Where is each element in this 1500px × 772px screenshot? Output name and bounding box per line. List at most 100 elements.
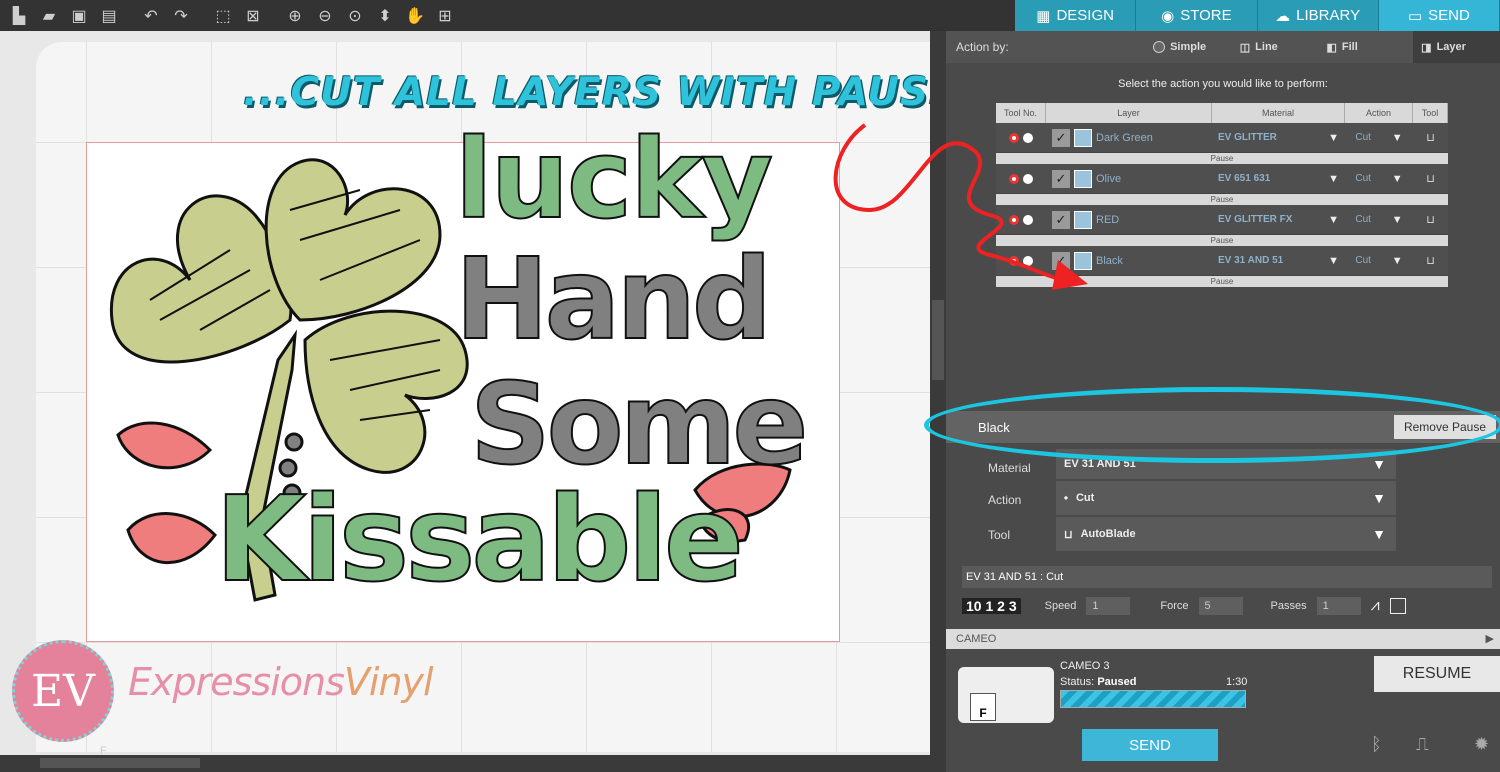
table-row[interactable]: ✓ Olive EV 651 631 ▼ Cut ▼ ⊔ [996, 164, 1448, 194]
pause-divider[interactable]: Pause [996, 276, 1448, 287]
layer-table-header: Tool No. Layer Material Action Tool [996, 103, 1448, 123]
action-option-line[interactable]: ◫ Line [1240, 41, 1327, 54]
lips-1 [116, 421, 213, 470]
registration-square-icon[interactable] [1389, 598, 1406, 614]
main-tabs: ▦ DESIGN ◉ STORE ☁ LIBRARY ▭ SEND [1015, 0, 1500, 31]
art-word-lucky: lucky [454, 114, 774, 244]
blade-depth-control[interactable]: 10 1 2 3 [962, 598, 1021, 614]
tab-send[interactable]: ▭ SEND [1378, 0, 1500, 31]
checkbox-icon[interactable]: ✓ [1052, 128, 1070, 147]
autoblade-icon: ⊔ [1064, 528, 1073, 541]
machine-icon[interactable]: ⎍ [1416, 734, 1429, 755]
tool-1-radio[interactable] [1009, 255, 1019, 266]
line-segment-overcut-icon[interactable]: ⩘ [1371, 597, 1380, 615]
tool-1-radio[interactable] [1009, 132, 1019, 143]
gear-icon[interactable]: ✹ [1474, 734, 1489, 755]
chevron-down-icon[interactable]: ▼ [1328, 132, 1339, 144]
force-stepper[interactable]: 5 [1198, 597, 1243, 615]
action-option-simple[interactable]: Simple [1153, 41, 1240, 53]
line-icon: ◫ [1239, 41, 1251, 54]
device-header[interactable]: CAMEO ▶ [946, 629, 1500, 649]
tool-2-radio[interactable] [1023, 255, 1033, 266]
layer-thumbnail-icon [1074, 128, 1092, 147]
chevron-down-icon[interactable]: ▼ [1392, 214, 1403, 226]
art-word-kissable: Kissable [214, 469, 745, 609]
table-row[interactable]: ✓ Dark Green EV GLITTER ▼ Cut ▼ ⊔ [996, 123, 1448, 153]
dot-1 [284, 432, 304, 452]
store-icon: ◉ [1161, 7, 1175, 25]
pause-divider[interactable]: Pause [996, 194, 1448, 205]
cloud-icon: ☁ [1275, 7, 1291, 25]
horizontal-scroll-thumb[interactable] [40, 758, 200, 768]
action-by-label: Action by: [956, 40, 1009, 54]
checkbox-icon[interactable]: ✓ [1052, 210, 1070, 229]
layer-icon: ◨ [1421, 41, 1432, 54]
table-row[interactable]: ✓ Black EV 31 AND 51 ▼ Cut ▼ ⊔ [996, 246, 1448, 276]
chevron-down-icon[interactable]: ▼ [1328, 173, 1339, 185]
tool-1-radio[interactable] [1009, 214, 1019, 225]
art-word-hand: Hand [454, 234, 773, 366]
table-row[interactable]: ✓ RED EV GLITTER FX ▼ Cut ▼ ⊔ [996, 205, 1448, 235]
tab-library[interactable]: ☁ LIBRARY [1257, 0, 1379, 31]
blade-tool-icon[interactable]: ⊔ [1413, 131, 1448, 144]
chevron-right-icon[interactable]: ▶ [1486, 629, 1494, 649]
action-prompt: Select the action you would like to perf… [1118, 78, 1328, 90]
grid-icon: ▦ [1036, 7, 1051, 25]
chevron-down-icon[interactable]: ▼ [1328, 214, 1339, 226]
chevron-down-icon: ▼ [1372, 456, 1386, 472]
knife-icon: ⬩ [1064, 491, 1068, 504]
cutter-icon: ▭ [1407, 7, 1423, 25]
cameo-machine-image: F [958, 667, 1054, 723]
tool-2-radio[interactable] [1023, 173, 1033, 184]
shamrock-leaf-top [264, 158, 442, 322]
action-option-layer[interactable]: ◨ Layer [1413, 31, 1500, 63]
action-option-fill[interactable]: ◧ Fill [1326, 41, 1413, 54]
action-select[interactable]: ⬩ Cut ▼ [1056, 481, 1396, 515]
blade-tool-icon[interactable]: ⊔ [1413, 172, 1448, 185]
pause-divider[interactable]: Pause [996, 235, 1448, 246]
machine-name: CAMEO 3 [1060, 660, 1110, 672]
send-button[interactable]: SEND [1082, 729, 1218, 761]
speed-label: Speed [1044, 600, 1077, 612]
blade-tool-icon[interactable]: ⊔ [1413, 254, 1448, 267]
chevron-down-icon[interactable]: ▼ [1392, 255, 1403, 267]
cut-settings-header: EV 31 AND 51 : Cut [962, 566, 1492, 588]
tool-select[interactable]: ⊔ AutoBlade ▼ [1056, 517, 1396, 551]
checkbox-icon[interactable]: ✓ [1052, 251, 1070, 270]
tab-store[interactable]: ◉ STORE [1136, 0, 1258, 31]
shamrock-leaf-left [109, 194, 293, 364]
highlight-ellipse-annotation [924, 387, 1500, 463]
silhouette-studio-window: ▙ ▰ ▣ ▤ ↶ ↷ ⬚ ⊠ ⊕ ⊖ ⊙ ⬍ ✋ ⊞ ▦ DESIGN ◉ STO… [0, 0, 1500, 772]
checkbox-icon[interactable]: ✓ [1052, 169, 1070, 188]
tool-label: Tool [988, 528, 1011, 542]
tool-2-radio[interactable] [1023, 214, 1033, 225]
blade-tool-icon[interactable]: ⊔ [1413, 213, 1448, 226]
paper-icon: F [970, 693, 996, 721]
cut-settings-row: 10 1 2 3 Speed 1 Force 5 Passes 1 ⩘ [962, 591, 1492, 621]
chevron-down-icon: ▼ [1372, 526, 1386, 542]
chevron-down-icon[interactable]: ▼ [1392, 132, 1403, 144]
tool-1-radio[interactable] [1009, 173, 1019, 184]
lips-2 [126, 512, 217, 564]
action-label: Action [988, 493, 1022, 507]
chevron-down-icon[interactable]: ▼ [1392, 173, 1403, 185]
chevron-down-icon: ▼ [1372, 490, 1386, 506]
vertical-scrollbar[interactable] [930, 31, 946, 772]
layer-table: Tool No. Layer Material Action Tool ✓ Dar… [996, 103, 1448, 287]
speed-stepper[interactable]: 1 [1086, 597, 1131, 615]
action-by-bar: Action by: Simple ◫ Line ◧ Fill ◨ Layer [946, 31, 1500, 63]
tutorial-headline: ...CUT ALL LAYERS WITH PAUSES [243, 70, 986, 115]
vertical-scroll-thumb[interactable] [932, 300, 944, 380]
tab-design[interactable]: ▦ DESIGN [1015, 0, 1137, 31]
layer-thumbnail-icon [1074, 251, 1092, 270]
bluetooth-icon[interactable]: ᛒ [1371, 734, 1382, 755]
layer-thumbnail-icon [1074, 169, 1092, 188]
tool-2-radio[interactable] [1023, 132, 1033, 143]
force-label: Force [1160, 600, 1189, 612]
chevron-down-icon[interactable]: ▼ [1328, 255, 1339, 267]
pause-divider[interactable]: Pause [996, 153, 1448, 164]
material-label: Material [988, 461, 1031, 475]
passes-stepper[interactable]: 1 [1316, 597, 1361, 615]
passes-label: Passes [1270, 600, 1307, 612]
resume-button[interactable]: RESUME [1374, 656, 1500, 692]
